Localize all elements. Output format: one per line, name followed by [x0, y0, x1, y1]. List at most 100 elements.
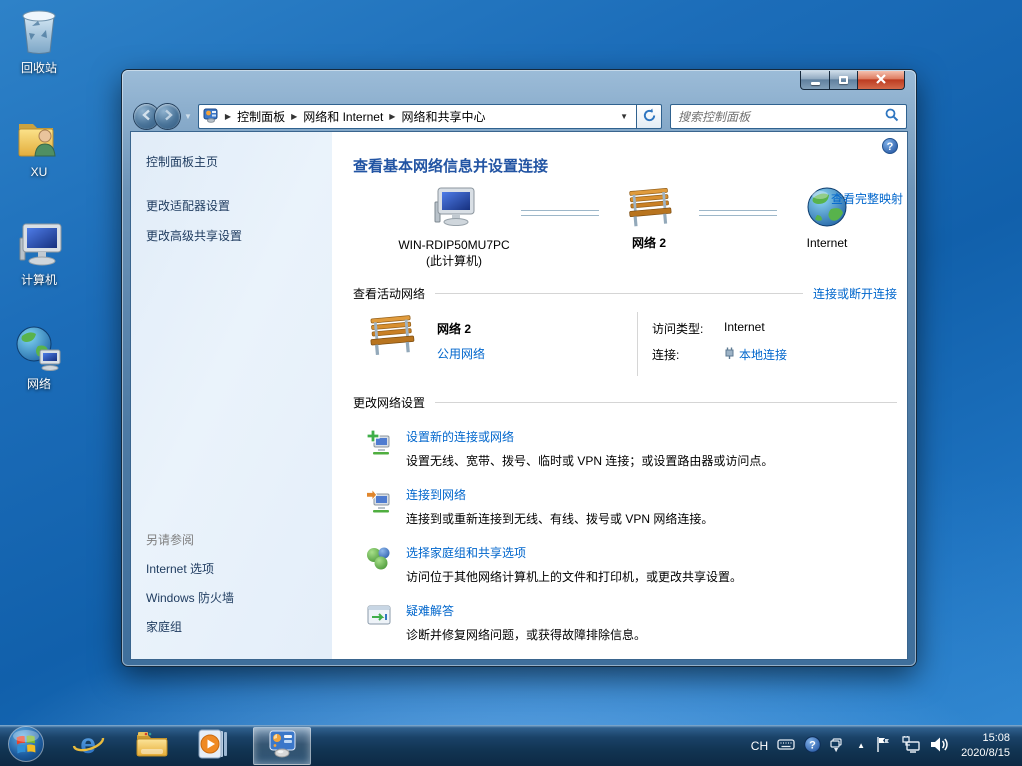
start-button[interactable]: [5, 726, 47, 766]
back-icon: [141, 109, 153, 124]
language-indicator[interactable]: CH: [751, 739, 768, 753]
connect-to-network-link[interactable]: 连接到网络: [406, 488, 466, 502]
desktop-icon-recycle-bin[interactable]: 回收站: [4, 6, 74, 76]
search-input[interactable]: 搜索控制面板: [678, 108, 885, 125]
control-panel-icon: [203, 107, 219, 126]
language-help-icon[interactable]: ?: [804, 736, 821, 756]
divider: [435, 402, 897, 403]
control-panel-taskbar-icon: [266, 729, 298, 762]
window-caption-buttons: [800, 71, 905, 90]
homegroup-icon: [365, 544, 395, 585]
divider: [435, 293, 803, 294]
breadcrumb-arrow: ▶: [225, 112, 231, 121]
desktop-icon-computer[interactable]: 计算机: [4, 220, 74, 288]
minimize-icon: [811, 82, 820, 85]
recycle-bin-icon: [4, 6, 74, 56]
change-settings-header: 更改网络设置: [353, 394, 897, 411]
sidebar-item-change-adapter-settings[interactable]: 更改适配器设置: [146, 197, 332, 214]
local-connection-link[interactable]: 本地连接: [739, 346, 787, 363]
taskbar-media-player-button[interactable]: [193, 726, 235, 766]
start-orb-icon: [7, 725, 45, 766]
forward-icon: [162, 109, 174, 124]
connect-network-icon: [365, 486, 395, 527]
network-kind-link[interactable]: 公用网络: [437, 345, 485, 362]
active-networks-header: 查看活动网络 连接或断开连接: [353, 285, 897, 302]
ethernet-plug-icon: [724, 346, 735, 363]
svg-text:e: e: [80, 728, 96, 759]
map-network-label: 网络 2: [632, 236, 666, 250]
active-networks-title: 查看活动网络: [353, 285, 425, 302]
sidebar-item-windows-firewall[interactable]: Windows 防火墙: [146, 589, 234, 606]
breadcrumb-network-sharing-center[interactable]: 网络和共享中心: [401, 108, 485, 125]
recent-pages-dropdown[interactable]: ▼: [184, 112, 192, 121]
divider: [637, 312, 638, 376]
sidebar-item-change-advanced-sharing[interactable]: 更改高级共享设置: [146, 227, 332, 244]
minimize-button[interactable]: [800, 71, 830, 90]
navigation-bar: ▼ ▶ 控制面板 ▶ 网络和 Internet ▶ 网络和共享中心: [131, 102, 907, 131]
help-icon[interactable]: ?: [882, 138, 898, 157]
map-node-computer[interactable]: WIN-RDIP50MU7PC (此计算机): [389, 186, 519, 269]
action-center-flag-icon[interactable]: [875, 736, 892, 756]
tray-clock[interactable]: 15:08 2020/8/15: [961, 731, 1010, 761]
see-full-map-link[interactable]: 查看完整映射: [831, 190, 903, 207]
map-node-network[interactable]: 网络 2: [601, 186, 697, 251]
maximize-button[interactable]: [830, 71, 858, 90]
taskbar-explorer-button[interactable]: [131, 726, 173, 766]
task-connect-to-network: 连接到网络 连接到或重新连接到无线、有线、拨号或 VPN 网络连接。: [365, 486, 897, 527]
hidden-icons-arrow[interactable]: ▲: [857, 741, 865, 750]
sidebar-item-internet-options[interactable]: Internet 选项: [146, 560, 234, 577]
close-button[interactable]: [858, 71, 905, 90]
connect-disconnect-link[interactable]: 连接或断开连接: [813, 285, 897, 302]
taskbar-control-panel-button-active[interactable]: [253, 727, 311, 765]
breadcrumb-network-internet[interactable]: 网络和 Internet: [303, 108, 383, 125]
taskbar-ie-button[interactable]: e: [67, 726, 109, 766]
access-type-label: 访问类型:: [652, 320, 724, 337]
search-box[interactable]: 搜索控制面板: [670, 104, 907, 129]
breadcrumb-arrow: ▶: [291, 112, 297, 121]
breadcrumb-arrow: ▶: [389, 112, 395, 121]
map-connection-line: [521, 210, 599, 216]
sidebar-item-homegroup[interactable]: 家庭组: [146, 618, 234, 635]
desktop-icon-label: 网络: [4, 375, 74, 392]
keyboard-icon[interactable]: [777, 738, 795, 754]
sidebar-see-also-header: 另请参阅: [146, 531, 234, 548]
system-tray: CH ? ▼ ▲: [751, 731, 1022, 761]
task-troubleshoot: 疑难解答 诊断并修复网络问题，或获得故障排除信息。: [365, 602, 897, 643]
choose-homegroup-link[interactable]: 选择家庭组和共享选项: [406, 546, 526, 560]
desktop-icon-label: 回收站: [4, 59, 74, 76]
new-connection-icon: [365, 428, 395, 469]
desktop-icon-label: XU: [4, 165, 74, 179]
change-settings-title: 更改网络设置: [353, 394, 425, 411]
desktop-icon-network[interactable]: 网络: [4, 324, 74, 392]
task-description: 连接到或重新连接到无线、有线、拨号或 VPN 网络连接。: [406, 510, 713, 527]
address-bar[interactable]: ▶ 控制面板 ▶ 网络和 Internet ▶ 网络和共享中心 ▼: [198, 104, 636, 129]
active-network-name: 网络 2: [437, 322, 471, 336]
active-network-item: 网络 2 公用网络 访问类型: Internet 连接:: [363, 312, 897, 376]
setup-new-connection-link[interactable]: 设置新的连接或网络: [406, 430, 514, 444]
troubleshoot-icon: [365, 602, 395, 643]
desktop-icon-user-folder[interactable]: XU: [4, 116, 74, 179]
refresh-button[interactable]: [636, 104, 662, 129]
user-folder-icon: [4, 116, 74, 162]
refresh-icon: [642, 108, 657, 126]
maximize-icon: [839, 76, 848, 84]
bench-network-icon: [363, 312, 419, 362]
network-map: WIN-RDIP50MU7PC (此计算机): [389, 186, 897, 269]
troubleshoot-link[interactable]: 疑难解答: [406, 604, 454, 618]
sidebar: 控制面板主页 更改适配器设置 更改高级共享设置 另请参阅 Internet 选项…: [131, 132, 332, 659]
sidebar-item-control-panel-home[interactable]: 控制面板主页: [146, 153, 332, 170]
language-options-icon[interactable]: ▼: [830, 738, 842, 754]
volume-icon[interactable]: [929, 736, 948, 756]
network-sharing-center-window: ▼ ▶ 控制面板 ▶ 网络和 Internet ▶ 网络和共享中心: [122, 70, 916, 666]
explorer-folder-icon: [134, 729, 170, 762]
connections-label: 连接:: [652, 346, 724, 363]
map-connection-line: [699, 210, 777, 216]
task-description: 设置无线、宽带、拨号、临时或 VPN 连接；或设置路由器或访问点。: [406, 452, 773, 469]
task-new-connection: 设置新的连接或网络 设置无线、宽带、拨号、临时或 VPN 连接；或设置路由器或访…: [365, 428, 897, 469]
bench-network-icon: [622, 217, 676, 231]
forward-button[interactable]: [155, 104, 180, 129]
address-dropdown-icon[interactable]: ▼: [616, 112, 632, 121]
breadcrumb-control-panel[interactable]: 控制面板: [237, 108, 285, 125]
network-globe-icon: [4, 324, 74, 372]
network-tray-icon[interactable]: [901, 736, 920, 756]
